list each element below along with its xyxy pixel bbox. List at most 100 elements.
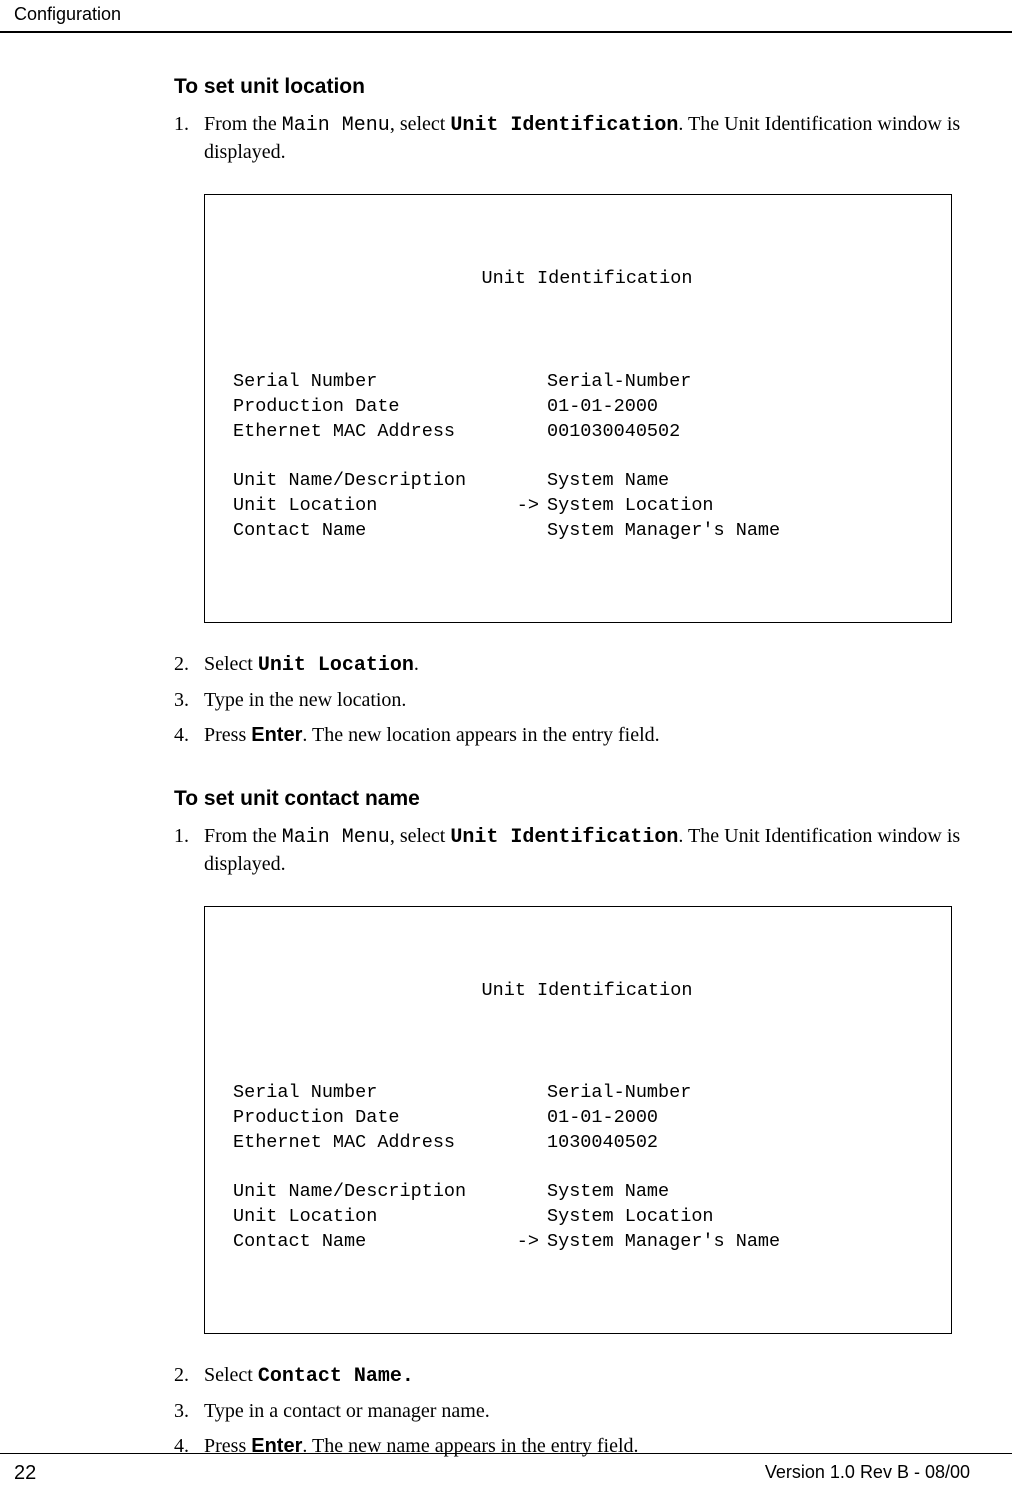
step-number: 2. (174, 651, 204, 679)
field-value: System Manager's Name (547, 1230, 941, 1255)
terminal-row: Serial Number Serial-Number (233, 1081, 941, 1106)
step-3: 3. Type in the new location. (174, 687, 970, 714)
step-body: Select Unit Location. (204, 651, 970, 679)
steps-set-unit-location: 1. From the Main Menu, select Unit Ident… (174, 111, 970, 166)
menu-name: Main Menu (282, 826, 390, 849)
page-body: To set unit location 1. From the Main Me… (0, 33, 1012, 1460)
selection-arrow-icon (511, 469, 547, 494)
selection-arrow-icon: -> (511, 494, 547, 519)
selection-arrow-icon (511, 1081, 547, 1106)
menu-item: Unit Identification (450, 114, 678, 137)
terminal-title: Unit Identification (233, 979, 941, 1004)
field-label: Unit Name/Description (233, 469, 511, 494)
field-value: System Location (547, 494, 941, 519)
step-number: 1. (174, 823, 204, 878)
terminal-title: Unit Identification (233, 267, 941, 292)
field-label: Contact Name (233, 519, 511, 544)
text: From the (204, 113, 282, 135)
terminal-row: Contact Name System Manager's Name (233, 519, 941, 544)
page-footer: 22 Version 1.0 Rev B - 08/00 (0, 1453, 1012, 1485)
text: From the (204, 825, 282, 847)
key-name: Enter (251, 724, 302, 746)
text: . The new location appears in the entry … (302, 724, 659, 746)
running-header: Configuration (0, 0, 1012, 33)
field-label: Production Date (233, 395, 511, 420)
step-number: 4. (174, 722, 204, 749)
text: Select (204, 653, 258, 675)
terminal-row: Serial Number Serial-Number (233, 370, 941, 395)
terminal-row: Unit Location System Location (233, 1205, 941, 1230)
menu-item: Contact Name. (258, 1365, 414, 1388)
field-value: System Manager's Name (547, 519, 941, 544)
terminal-row: Unit Name/Description System Name (233, 1180, 941, 1205)
terminal-row: Unit Location->System Location (233, 494, 941, 519)
selection-arrow-icon: -> (511, 1230, 547, 1255)
field-value: Serial-Number (547, 1081, 941, 1106)
selection-arrow-icon (511, 519, 547, 544)
field-value: 001030040502 (547, 420, 941, 445)
field-value: System Location (547, 1205, 941, 1230)
text: Press (204, 724, 251, 746)
field-label: Contact Name (233, 1230, 511, 1255)
text: , select (390, 825, 451, 847)
terminal-window-unit-location: Unit Identification Serial Number Serial-… (204, 194, 952, 623)
field-value: 1030040502 (547, 1131, 941, 1156)
field-label: Serial Number (233, 370, 511, 395)
selection-arrow-icon (511, 1180, 547, 1205)
terminal-row: Contact Name->System Manager's Name (233, 1230, 941, 1255)
steps-set-unit-contact-name-cont: 2. Select Contact Name. 3. Type in a con… (174, 1362, 970, 1460)
menu-item: Unit Location (258, 654, 414, 677)
heading-set-unit-contact-name: To set unit contact name (174, 787, 970, 811)
steps-set-unit-location-cont: 2. Select Unit Location. 3. Type in the … (174, 651, 970, 749)
field-label: Unit Name/Description (233, 1180, 511, 1205)
selection-arrow-icon (511, 420, 547, 445)
step-1: 1. From the Main Menu, select Unit Ident… (174, 111, 970, 166)
step-body: Type in a contact or manager name. (204, 1398, 970, 1425)
step-body: From the Main Menu, select Unit Identifi… (204, 111, 970, 166)
step-2: 2. Select Contact Name. (174, 1362, 970, 1390)
terminal-row: Unit Name/Description System Name (233, 469, 941, 494)
step-number: 2. (174, 1362, 204, 1390)
page-number: 22 (14, 1462, 36, 1485)
field-label: Production Date (233, 1106, 511, 1131)
field-value: System Name (547, 1180, 941, 1205)
text: . (414, 653, 419, 675)
selection-arrow-icon (511, 1205, 547, 1230)
step-3: 3. Type in a contact or manager name. (174, 1398, 970, 1425)
step-body: Select Contact Name. (204, 1362, 970, 1390)
step-2: 2. Select Unit Location. (174, 651, 970, 679)
selection-arrow-icon (511, 370, 547, 395)
step-body: From the Main Menu, select Unit Identifi… (204, 823, 970, 878)
terminal-row: Ethernet MAC Address 001030040502 (233, 420, 941, 445)
menu-name: Main Menu (282, 114, 390, 137)
terminal-rows-b: Serial NumberSerial-NumberProduction Dat… (233, 1081, 941, 1255)
terminal-row: Ethernet MAC Address 1030040502 (233, 1131, 941, 1156)
step-number: 3. (174, 1398, 204, 1425)
terminal-row: Production Date 01-01-2000 (233, 395, 941, 420)
field-value: Serial-Number (547, 370, 941, 395)
field-value: System Name (547, 469, 941, 494)
field-label: Ethernet MAC Address (233, 1131, 511, 1156)
step-1: 1. From the Main Menu, select Unit Ident… (174, 823, 970, 878)
selection-arrow-icon (511, 395, 547, 420)
text: , select (390, 113, 451, 135)
field-value: 01-01-2000 (547, 1106, 941, 1131)
text: Select (204, 1364, 258, 1386)
step-number: 3. (174, 687, 204, 714)
steps-set-unit-contact-name: 1. From the Main Menu, select Unit Ident… (174, 823, 970, 878)
field-label: Unit Location (233, 494, 511, 519)
field-label: Serial Number (233, 1081, 511, 1106)
field-value: 01-01-2000 (547, 395, 941, 420)
terminal-rows-a: Serial NumberSerial-NumberProduction Dat… (233, 370, 941, 544)
step-number: 1. (174, 111, 204, 166)
terminal-row: Production Date 01-01-2000 (233, 1106, 941, 1131)
step-body: Type in the new location. (204, 687, 970, 714)
terminal-window-contact-name: Unit Identification Serial Number Serial-… (204, 906, 952, 1335)
menu-item: Unit Identification (450, 826, 678, 849)
heading-set-unit-location: To set unit location (174, 75, 970, 99)
field-label: Unit Location (233, 1205, 511, 1230)
selection-arrow-icon (511, 1106, 547, 1131)
field-label: Ethernet MAC Address (233, 420, 511, 445)
step-4: 4. Press Enter. The new location appears… (174, 722, 970, 749)
selection-arrow-icon (511, 1131, 547, 1156)
